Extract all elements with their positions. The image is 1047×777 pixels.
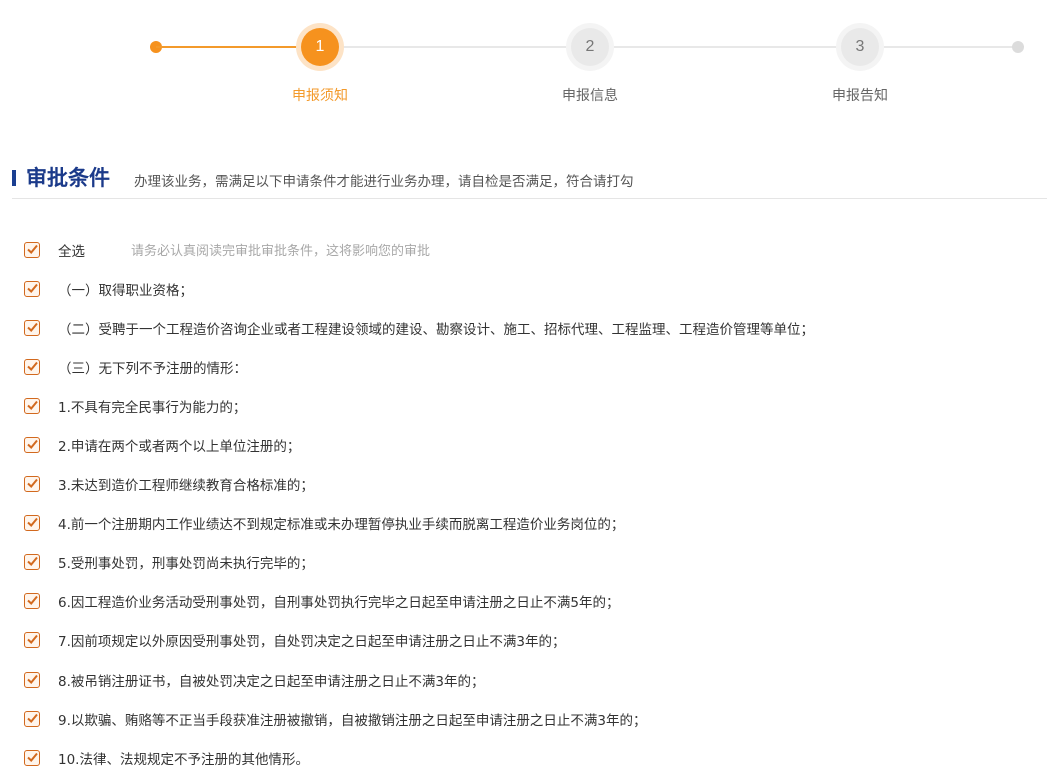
- condition-text: 2.申请在两个或者两个以上单位注册的；: [58, 439, 301, 456]
- condition-row[interactable]: （二）受聘于一个工程造价咨询企业或者工程建设领域的建设、勘察设计、施工、招标代理…: [24, 308, 1044, 347]
- condition-text: 7.因前项规定以外原因受刑事处罚，自处罚决定之日起至申请注册之日止不满3年的；: [58, 634, 566, 651]
- condition-row[interactable]: 2.申请在两个或者两个以上单位注册的；: [24, 425, 1044, 464]
- condition-text: 1.不具有完全民事行为能力的；: [58, 399, 247, 416]
- condition-row[interactable]: 10.法律、法规规定不予注册的其他情形。: [24, 738, 1044, 777]
- condition-row[interactable]: 8.被吊销注册证书，自被处罚决定之日起至申请注册之日止不满3年的；: [24, 660, 1044, 699]
- condition-checkbox[interactable]: [24, 515, 40, 532]
- checkmark-icon: [27, 635, 38, 645]
- step-3-circle[interactable]: 3: [841, 28, 879, 66]
- step-3-label: 申报告知: [832, 88, 888, 104]
- stepper-end-dot: [1012, 41, 1024, 53]
- step-2-circle[interactable]: 2: [571, 28, 609, 66]
- checkmark-icon: [27, 713, 38, 723]
- condition-text: 9.以欺骗、贿赂等不正当手段获准注册被撤销，自被撤销注册之日起至申请注册之日止不…: [58, 712, 647, 729]
- condition-text: 3.未达到造价工程师继续教育合格标准的；: [58, 478, 314, 495]
- condition-text: （三）无下列不予注册的情形：: [58, 360, 247, 377]
- section-description: 办理该业务，需满足以下申请条件才能进行业务办理，请自检是否满足，符合请打勾: [134, 174, 634, 190]
- select-all-checkbox[interactable]: [24, 241, 40, 258]
- checkmark-icon: [27, 518, 38, 528]
- condition-text: （一）取得职业资格；: [58, 282, 193, 299]
- condition-checkbox[interactable]: [24, 437, 40, 454]
- condition-checkbox[interactable]: [24, 749, 40, 766]
- condition-checkbox[interactable]: [24, 476, 40, 493]
- section-header: 审批条件 办理该业务，需满足以下申请条件才能进行业务办理，请自检是否满足，符合请…: [12, 160, 1047, 200]
- condition-row[interactable]: 7.因前项规定以外原因受刑事处罚，自处罚决定之日起至申请注册之日止不满3年的；: [24, 621, 1044, 660]
- condition-text: 8.被吊销注册证书，自被处罚决定之日起至申请注册之日止不满3年的；: [58, 673, 485, 690]
- checkmark-icon: [27, 752, 38, 762]
- progress-stepper: 1 2 3 申报须知 申报信息 申报告知: [0, 0, 1047, 120]
- condition-row[interactable]: 1.不具有完全民事行为能力的；: [24, 386, 1044, 425]
- step-1-label: 申报须知: [292, 88, 348, 104]
- checkmark-icon: [27, 674, 38, 684]
- condition-checkbox[interactable]: [24, 632, 40, 649]
- condition-row[interactable]: 5.受刑事处罚，刑事处罚尚未执行完毕的；: [24, 543, 1044, 582]
- condition-text: 6.因工程造价业务活动受刑事处罚，自刑事处罚执行完毕之日起至申请注册之日止不满5…: [58, 595, 620, 612]
- checkmark-icon: [27, 322, 38, 332]
- condition-checkbox[interactable]: [24, 397, 40, 414]
- conditions-list: 全选 请务必认真阅读完审批审批条件，这将影响您的审批 （一）取得职业资格； （二）…: [24, 230, 1044, 777]
- condition-row[interactable]: 6.因工程造价业务活动受刑事处罚，自刑事处罚执行完毕之日起至申请注册之日止不满5…: [24, 582, 1044, 621]
- select-all-row[interactable]: 全选 请务必认真阅读完审批审批条件，这将影响您的审批: [24, 230, 1044, 269]
- stepper-track-remaining: [320, 46, 1018, 48]
- section-title-bar: [12, 170, 16, 186]
- condition-row[interactable]: （一）取得职业资格；: [24, 269, 1044, 308]
- condition-row[interactable]: 9.以欺骗、贿赂等不正当手段获准注册被撤销，自被撤销注册之日起至申请注册之日止不…: [24, 699, 1044, 738]
- condition-checkbox[interactable]: [24, 554, 40, 571]
- section-divider: [12, 198, 1047, 199]
- condition-text: 5.受刑事处罚，刑事处罚尚未执行完毕的；: [58, 556, 314, 573]
- condition-text: 4.前一个注册期内工作业绩达不到规定标准或未办理暂停执业手续而脱离工程造价业务岗…: [58, 517, 625, 534]
- checkmark-icon: [27, 361, 38, 371]
- select-all-label: 全选: [58, 243, 85, 260]
- condition-checkbox[interactable]: [24, 280, 40, 297]
- condition-row[interactable]: （三）无下列不予注册的情形：: [24, 347, 1044, 386]
- condition-checkbox[interactable]: [24, 319, 40, 336]
- condition-checkbox[interactable]: [24, 710, 40, 727]
- stepper-track-completed: [156, 46, 320, 48]
- checkmark-icon: [27, 439, 38, 449]
- step-1-circle[interactable]: 1: [301, 28, 339, 66]
- checkmark-icon: [27, 478, 38, 489]
- section-title: 审批条件: [26, 166, 110, 190]
- select-all-hint: 请务必认真阅读完审批审批条件，这将影响您的审批: [131, 244, 431, 260]
- condition-checkbox[interactable]: [24, 671, 40, 688]
- checkmark-icon: [27, 596, 38, 606]
- condition-row[interactable]: 3.未达到造价工程师继续教育合格标准的；: [24, 465, 1044, 504]
- condition-checkbox[interactable]: [24, 593, 40, 610]
- condition-text: （二）受聘于一个工程造价咨询企业或者工程建设领域的建设、勘察设计、施工、招标代理…: [58, 321, 814, 338]
- step-2-label: 申报信息: [562, 88, 618, 104]
- checkmark-icon: [27, 400, 38, 410]
- condition-row[interactable]: 4.前一个注册期内工作业绩达不到规定标准或未办理暂停执业手续而脱离工程造价业务岗…: [24, 504, 1044, 543]
- checkmark-icon: [27, 283, 38, 293]
- checkmark-icon: [27, 244, 38, 254]
- condition-checkbox[interactable]: [24, 358, 40, 375]
- condition-text: 10.法律、法规规定不予注册的其他情形。: [58, 751, 309, 768]
- checkmark-icon: [27, 557, 38, 567]
